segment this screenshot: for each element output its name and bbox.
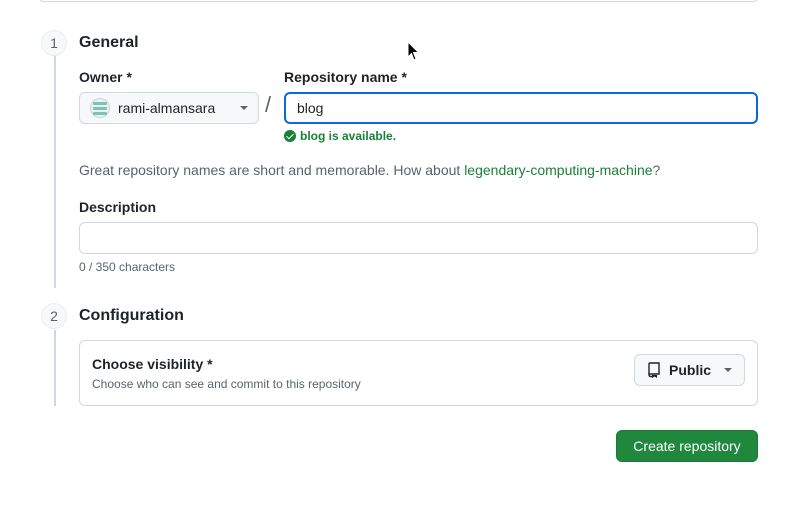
section-title-general: General <box>79 34 139 51</box>
create-repository-button[interactable]: Create repository <box>616 430 758 462</box>
visibility-card: Choose visibility * Choose who can see a… <box>79 340 758 406</box>
hint-suffix: ? <box>652 162 661 178</box>
step-number-1: 1 <box>41 30 67 56</box>
visibility-selected: Public <box>669 362 712 378</box>
step-connector-line <box>54 56 56 288</box>
previous-section-card <box>38 0 759 2</box>
visibility-select-button[interactable]: Public <box>634 354 745 386</box>
description-input[interactable] <box>79 222 758 254</box>
section-title-configuration: Configuration <box>79 307 184 324</box>
suggested-name-link[interactable]: legendary-computing-machine <box>464 162 652 178</box>
availability-text: blog is available. <box>300 129 397 143</box>
availability-message: blog is available. <box>284 129 396 143</box>
owner-select-button[interactable]: rami-almansara <box>79 92 259 124</box>
repository-name-label: Repository name * <box>284 69 407 85</box>
caret-down-icon <box>724 368 732 372</box>
visibility-subtitle: Choose who can see and commit to this re… <box>92 377 361 391</box>
description-label: Description <box>79 199 157 215</box>
name-suggestion-hint: Great repository names are short and mem… <box>79 162 660 178</box>
description-char-count: 0 / 350 characters <box>79 260 176 274</box>
visibility-title: Choose visibility * <box>92 356 213 372</box>
step-connector-line <box>54 330 56 406</box>
repository-name-input[interactable] <box>284 92 758 124</box>
owner-label: Owner * <box>79 69 132 85</box>
mouse-cursor-icon <box>407 41 420 61</box>
repo-icon <box>648 362 660 378</box>
hint-prefix: Great repository names are short and mem… <box>79 162 465 178</box>
avatar <box>90 98 110 118</box>
check-circle-icon <box>284 130 296 142</box>
owner-name: rami-almansara <box>118 100 216 116</box>
owner-repo-separator: / <box>265 92 272 117</box>
caret-down-icon <box>240 106 248 110</box>
step-number-2: 2 <box>41 303 67 329</box>
